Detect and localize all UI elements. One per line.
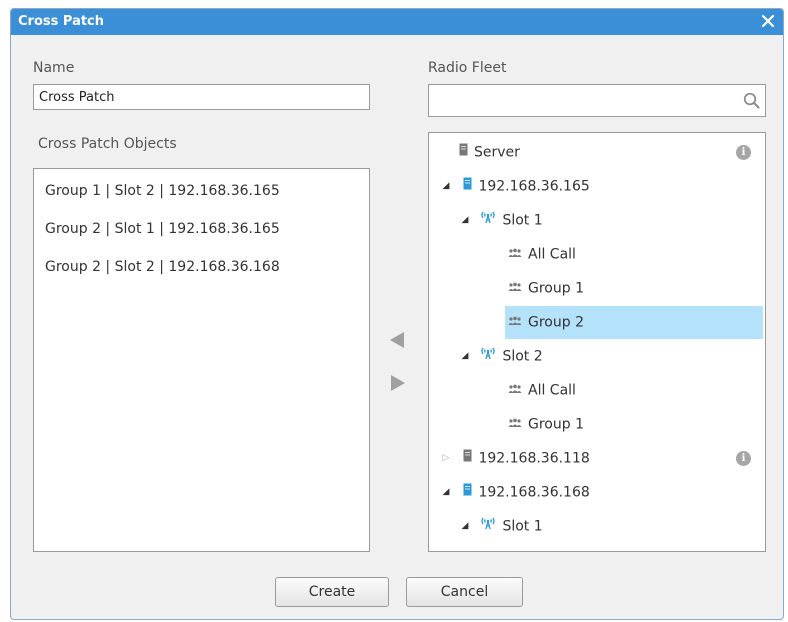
- info-icon[interactable]: i: [736, 451, 751, 466]
- collapsed-arrow-icon[interactable]: ▷: [439, 442, 453, 475]
- expanded-arrow-icon[interactable]: ◢: [439, 170, 453, 203]
- tree-item-label: Group 2: [528, 314, 584, 331]
- tree-item-group[interactable]: All Call: [429, 374, 751, 407]
- tree-item-repeater[interactable]: ▷ 192.168.36.118 i: [429, 442, 751, 475]
- radio-fleet-label: Radio Fleet: [428, 60, 507, 76]
- dialog-title: Cross Patch: [18, 14, 105, 29]
- name-input[interactable]: [33, 84, 370, 110]
- expanded-arrow-icon[interactable]: ◢: [439, 476, 453, 509]
- title-bar: Cross Patch: [11, 9, 783, 35]
- antenna-icon: [480, 340, 496, 373]
- repeater-offline-icon: [463, 442, 472, 475]
- cross-patch-objects-label: Cross Patch Objects: [38, 136, 177, 152]
- tree-item-label: 192.168.36.165: [478, 178, 590, 195]
- tree-item-slot[interactable]: ◢ Slot 2: [429, 340, 751, 373]
- repeater-icon: [463, 170, 472, 203]
- tree-item-label: 192.168.36.168: [478, 484, 590, 501]
- list-item[interactable]: Group 1 | Slot 2 | 192.168.36.165: [34, 173, 369, 211]
- tree-item-label: Group 1: [528, 416, 584, 433]
- tree-item-group-selected[interactable]: Group 2: [505, 306, 763, 339]
- tree-item-group[interactable]: All Call: [429, 238, 751, 271]
- cross-patch-objects-list[interactable]: Group 1 | Slot 2 | 192.168.36.165 Group …: [33, 168, 370, 552]
- server-icon: [459, 136, 468, 169]
- group-icon: [508, 374, 522, 407]
- group-icon: [508, 238, 522, 271]
- tree-item-group[interactable]: Group 1: [429, 408, 751, 441]
- cancel-button[interactable]: Cancel: [406, 577, 523, 607]
- tree-item-repeater[interactable]: ◢ 192.168.36.165: [429, 170, 751, 203]
- radio-fleet-tree[interactable]: Server i ◢ 192.168.36.165 ◢ Slot 1 All C…: [428, 132, 766, 552]
- add-arrow-button[interactable]: [390, 374, 406, 396]
- expanded-arrow-icon[interactable]: ◢: [458, 340, 472, 373]
- remove-arrow-button[interactable]: [389, 331, 405, 353]
- tree-item-slot[interactable]: ◢ Slot 1: [429, 204, 751, 237]
- tree-item-label: Slot 1: [502, 212, 543, 229]
- tree-item-repeater[interactable]: ◢ 192.168.36.168: [429, 476, 751, 509]
- cross-patch-dialog: Cross Patch Name Cross Patch Objects Gro…: [10, 8, 784, 620]
- expanded-arrow-icon[interactable]: ◢: [458, 510, 472, 543]
- group-icon: [508, 272, 522, 305]
- tree-item-label: Slot 1: [502, 518, 543, 535]
- name-label: Name: [33, 60, 75, 76]
- fleet-search: [428, 84, 766, 117]
- close-icon[interactable]: [759, 12, 777, 30]
- tree-item-server[interactable]: Server i: [429, 136, 751, 169]
- tree-item-label: Group 1: [528, 280, 584, 297]
- tree-item-slot[interactable]: ◢ Slot 1: [429, 510, 751, 543]
- list-item[interactable]: Group 2 | Slot 1 | 192.168.36.165: [34, 211, 369, 249]
- fleet-search-input[interactable]: [428, 84, 766, 117]
- tree-item-group[interactable]: Group 1: [429, 272, 751, 305]
- group-icon: [508, 306, 522, 339]
- tree-item-label: All Call: [528, 246, 576, 263]
- expanded-arrow-icon[interactable]: ◢: [458, 204, 472, 237]
- info-icon[interactable]: i: [736, 145, 751, 160]
- create-button[interactable]: Create: [275, 577, 389, 607]
- group-icon: [508, 408, 522, 441]
- tree-item-label: 192.168.36.118: [478, 450, 590, 467]
- antenna-icon: [480, 510, 496, 543]
- tree-item-label: Slot 2: [502, 348, 543, 365]
- tree-item-label: All Call: [528, 382, 576, 399]
- antenna-icon: [480, 204, 496, 237]
- tree-item-label: Server: [474, 144, 520, 161]
- repeater-icon: [463, 476, 472, 509]
- search-icon[interactable]: [743, 92, 760, 113]
- list-item[interactable]: Group 2 | Slot 2 | 192.168.36.168: [34, 249, 369, 287]
